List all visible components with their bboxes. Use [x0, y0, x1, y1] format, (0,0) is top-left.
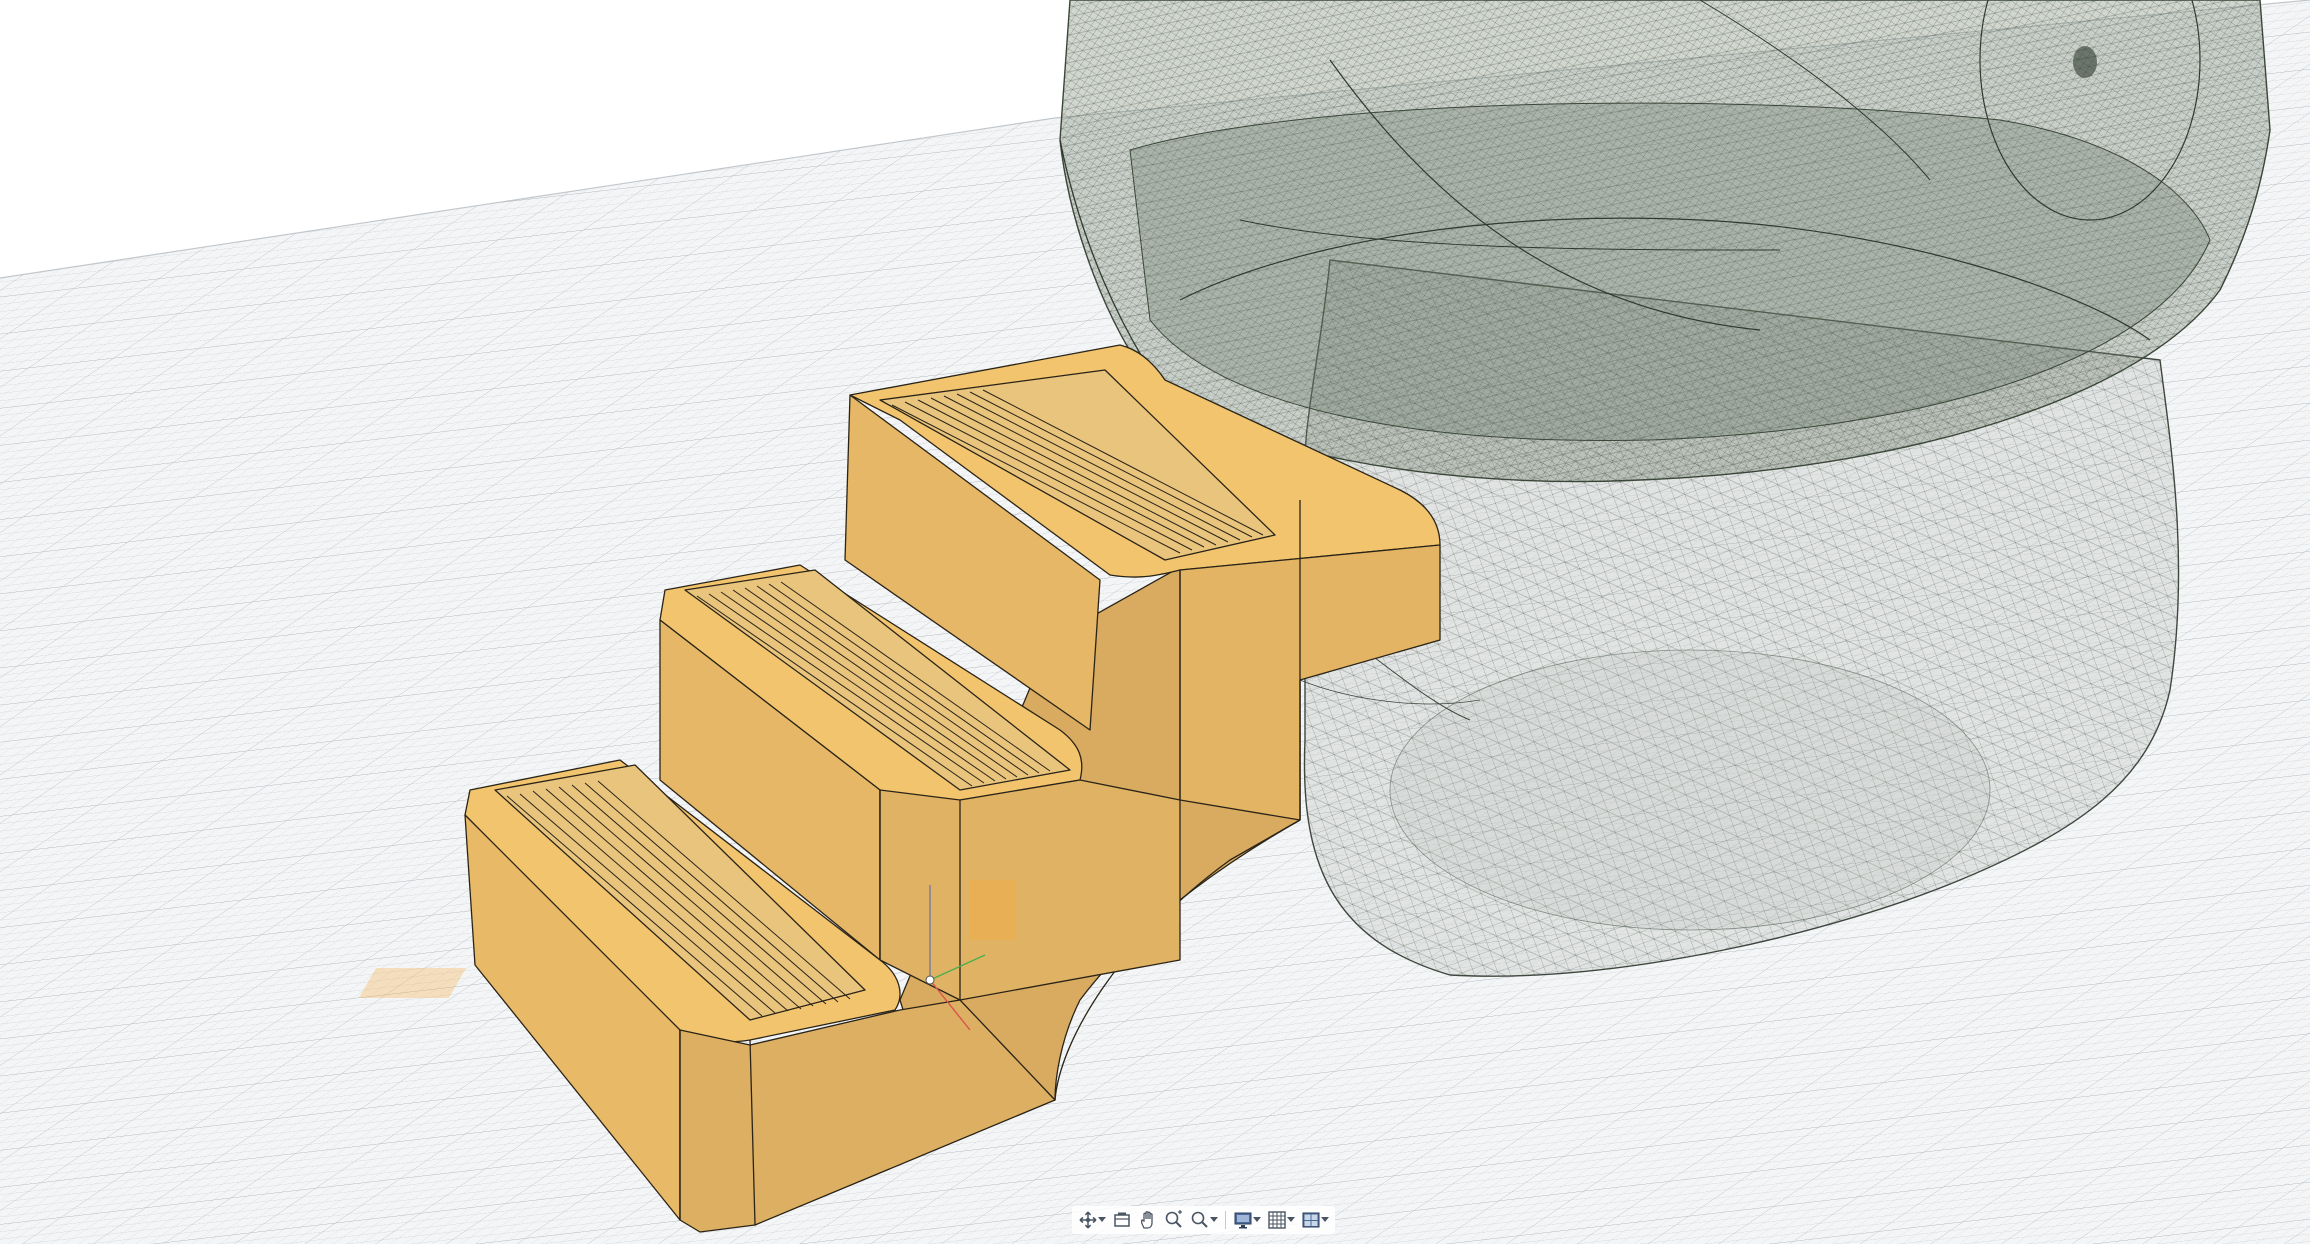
grid-settings-button[interactable] — [1265, 1208, 1297, 1232]
pan-icon — [1140, 1211, 1153, 1229]
display-settings-icon — [1234, 1212, 1252, 1229]
fit-icon — [1191, 1211, 1208, 1228]
3d-scene[interactable] — [0, 0, 2310, 1244]
orbit-button[interactable] — [1076, 1208, 1108, 1232]
chevron-down-icon — [1253, 1210, 1261, 1230]
grid-settings-icon — [1268, 1211, 1286, 1229]
viewports-button[interactable] — [1299, 1208, 1331, 1232]
navigation-bar — [1072, 1206, 1335, 1234]
chevron-down-icon — [1098, 1210, 1106, 1230]
display-settings-button[interactable] — [1231, 1208, 1263, 1232]
chevron-down-icon — [1287, 1210, 1295, 1230]
fit-button[interactable] — [1188, 1208, 1220, 1232]
orbit-icon — [1079, 1211, 1097, 1229]
step-2-side — [879, 779, 1181, 1001]
zoom-icon — [1165, 1210, 1182, 1228]
canvas-viewport[interactable] — [0, 0, 2310, 1244]
pan-button[interactable] — [1136, 1208, 1160, 1232]
chevron-down-icon — [1321, 1210, 1329, 1230]
zoom-button[interactable] — [1162, 1208, 1186, 1232]
chevron-down-icon — [1210, 1210, 1218, 1230]
look-at-button[interactable] — [1110, 1208, 1134, 1232]
viewports-icon — [1302, 1212, 1320, 1228]
look-at-icon — [1114, 1212, 1130, 1227]
toolbar-divider — [1225, 1211, 1226, 1229]
